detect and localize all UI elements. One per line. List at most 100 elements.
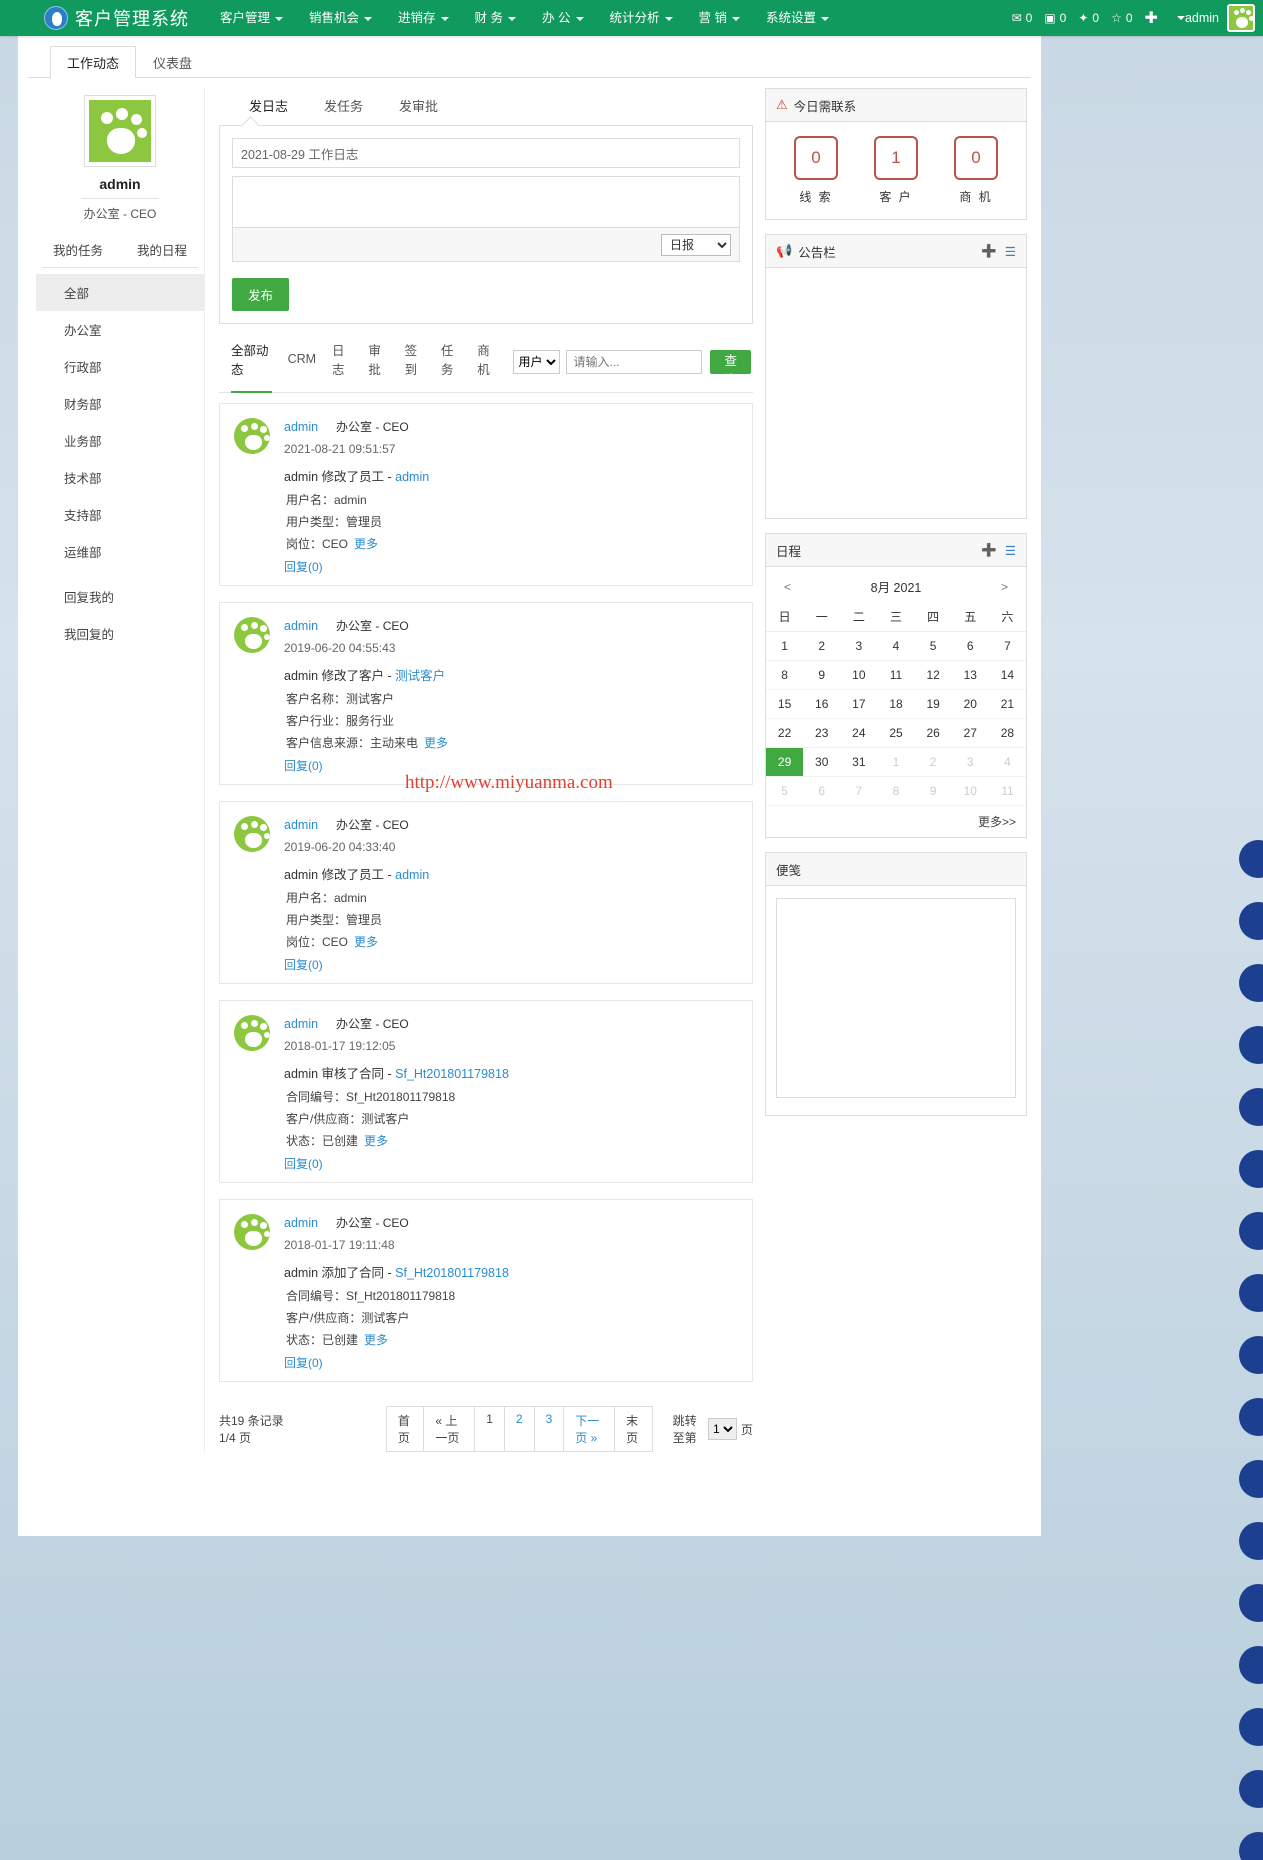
quick-add-button[interactable]: ✚ [1145, 8, 1158, 28]
feed-filter-tab-6[interactable]: 商机 [477, 340, 497, 384]
page-number-2[interactable]: 2 [503, 1406, 534, 1452]
feed-filter-tab-1[interactable]: CRM [288, 352, 316, 372]
calendar-day[interactable]: 18 [877, 689, 915, 719]
calendar-day[interactable]: 28 [988, 718, 1026, 748]
my-schedule-link[interactable]: 我的日程 [137, 240, 187, 259]
stat-tasks[interactable]: ▣ 0 [1044, 11, 1066, 25]
department-item-7[interactable]: 运维部 [36, 533, 204, 570]
calendar-day[interactable]: 8 [877, 776, 915, 806]
calendar-day[interactable]: 1 [766, 631, 804, 661]
calendar-day[interactable]: 4 [877, 631, 915, 661]
feed-user-link[interactable]: admin [284, 420, 318, 434]
calendar-day[interactable]: 14 [988, 660, 1026, 690]
nav-menu-7[interactable]: 系统设置 [753, 0, 842, 36]
page-last-button[interactable]: 末页 [614, 1406, 653, 1452]
search-input[interactable] [566, 350, 703, 374]
post-title-input[interactable] [232, 138, 740, 168]
chevron-left-icon[interactable]: < [778, 580, 797, 594]
publish-button[interactable]: 发布 [232, 278, 290, 311]
calendar-day[interactable]: 9 [803, 660, 841, 690]
feed-more-link[interactable]: 更多 [364, 1333, 388, 1347]
calendar-day[interactable]: 25 [877, 718, 915, 748]
calendar-day[interactable]: 1 [877, 747, 915, 777]
calendar-day[interactable]: 30 [803, 747, 841, 777]
page-next-button[interactable]: 下一页 » [563, 1406, 615, 1452]
calendar-day[interactable]: 29 [766, 747, 804, 777]
feed-reply-link[interactable]: 回复(0) [284, 1155, 738, 1172]
department-item-4[interactable]: 业务部 [36, 422, 204, 459]
calendar-day[interactable]: 3 [840, 631, 878, 661]
department-item-0[interactable]: 全部 [36, 274, 204, 311]
department-item-3[interactable]: 财务部 [36, 385, 204, 422]
calendar-day[interactable]: 10 [840, 660, 878, 690]
calendar-day[interactable]: 21 [988, 689, 1026, 719]
department-item-9[interactable]: 我回复的 [36, 615, 204, 652]
calendar-day[interactable]: 7 [840, 776, 878, 806]
post-tab-2[interactable]: 发审批 [381, 88, 456, 123]
calendar-day[interactable]: 23 [803, 718, 841, 748]
feed-action-link[interactable]: admin [395, 470, 429, 484]
calendar-day[interactable]: 9 [914, 776, 952, 806]
feed-reply-link[interactable]: 回复(0) [284, 956, 738, 973]
paw-avatar-icon[interactable] [234, 1214, 270, 1250]
my-tasks-link[interactable]: 我的任务 [53, 240, 103, 259]
calendar-day[interactable]: 3 [951, 747, 989, 777]
feed-filter-tab-0[interactable]: 全部动态 [231, 340, 272, 393]
calendar-day[interactable]: 15 [766, 689, 804, 719]
calendar-day[interactable]: 4 [988, 747, 1026, 777]
calendar-day[interactable]: 26 [914, 718, 952, 748]
department-item-5[interactable]: 技术部 [36, 459, 204, 496]
page-number-3[interactable]: 3 [533, 1406, 564, 1452]
chevron-right-icon[interactable]: > [995, 580, 1014, 594]
feed-reply-link[interactable]: 回复(0) [284, 1354, 738, 1371]
report-type-select[interactable]: 日报周报月报 [661, 233, 731, 256]
post-tab-0[interactable]: 发日志 [231, 88, 306, 123]
feed-action-link[interactable]: 测试客户 [395, 669, 445, 683]
calendar-day[interactable]: 12 [914, 660, 952, 690]
calendar-more-link[interactable]: 更多>> [766, 806, 1026, 837]
list-icon[interactable]: ☰ [1005, 244, 1016, 259]
department-item-6[interactable]: 支持部 [36, 496, 204, 533]
feed-more-link[interactable]: 更多 [354, 935, 378, 949]
calendar-day[interactable]: 10 [951, 776, 989, 806]
contact-stat-2[interactable]: 0 商 机 [954, 136, 998, 205]
feed-more-link[interactable]: 更多 [424, 736, 448, 750]
paw-avatar-icon[interactable] [234, 816, 270, 852]
stat-messages[interactable]: ✉ 0 [1012, 11, 1033, 25]
chevron-down-icon[interactable] [1176, 16, 1185, 20]
department-item-2[interactable]: 行政部 [36, 348, 204, 385]
calendar-day[interactable]: 5 [766, 776, 804, 806]
workspace-tab-1[interactable]: 仪表盘 [136, 46, 209, 78]
feed-filter-tab-2[interactable]: 日志 [332, 340, 352, 384]
paw-avatar-icon[interactable] [234, 418, 270, 454]
feed-reply-link[interactable]: 回复(0) [284, 558, 738, 575]
feed-more-link[interactable]: 更多 [364, 1134, 388, 1148]
feed-user-link[interactable]: admin [284, 1216, 318, 1230]
calendar-day[interactable]: 31 [840, 747, 878, 777]
calendar-day[interactable]: 6 [951, 631, 989, 661]
nav-menu-1[interactable]: 销售机会 [296, 0, 385, 36]
calendar-day[interactable]: 20 [951, 689, 989, 719]
paw-avatar-icon[interactable] [1227, 4, 1255, 32]
page-first-button[interactable]: 首页 [385, 1406, 424, 1452]
contact-stat-1[interactable]: 1 客 户 [874, 136, 918, 205]
calendar-day[interactable]: 11 [988, 776, 1026, 806]
feed-user-link[interactable]: admin [284, 818, 318, 832]
calendar-day[interactable]: 22 [766, 718, 804, 748]
user-menu[interactable]: admin [1185, 4, 1255, 32]
nav-menu-6[interactable]: 营 销 [686, 0, 753, 36]
calendar-day[interactable]: 27 [951, 718, 989, 748]
calendar-day[interactable]: 19 [914, 689, 952, 719]
calendar-day[interactable]: 16 [803, 689, 841, 719]
search-scope-select[interactable]: 用户部门 [513, 350, 561, 374]
contact-stat-0[interactable]: 0 线 索 [794, 136, 838, 205]
calendar-day[interactable]: 2 [914, 747, 952, 777]
calendar-day[interactable]: 7 [988, 631, 1026, 661]
page-prev-button[interactable]: « 上一页 [423, 1406, 475, 1452]
feed-action-link[interactable]: admin [395, 868, 429, 882]
feed-user-link[interactable]: admin [284, 1017, 318, 1031]
nav-menu-2[interactable]: 进销存 [385, 0, 462, 36]
page-jump-select[interactable]: 1234 [707, 1418, 737, 1440]
calendar-day[interactable]: 17 [840, 689, 878, 719]
nav-menu-5[interactable]: 统计分析 [597, 0, 686, 36]
